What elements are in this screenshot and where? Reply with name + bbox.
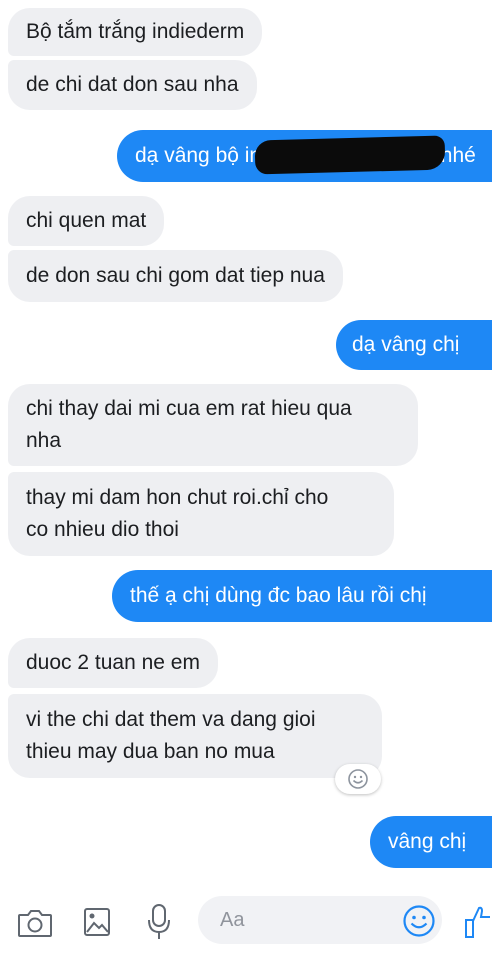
message-bubble[interactable]: dạ vâng chị [336,320,492,370]
message-input-placeholder: Aa [220,908,245,931]
message-reaction[interactable] [335,764,381,794]
emoji-icon[interactable] [402,904,436,938]
redaction-mark [254,135,446,175]
message-text: de chi dat don sau nha [26,73,239,96]
message-bubble[interactable]: vi the chi dat them va dang gioi thieu m… [8,694,382,778]
message-text: chi thay dai mi cua em rat hieu qua [26,397,352,420]
camera-icon[interactable] [16,906,54,940]
message-bubble[interactable]: duoc 2 tuan ne em [8,638,218,688]
image-icon[interactable] [82,906,112,938]
message-text: chi quen mat [26,209,147,232]
like-icon[interactable] [464,904,492,940]
message-bubble[interactable]: chi quen mat [8,196,165,246]
composer-bar: Aa [0,888,492,960]
message-text: thế ạ chị dùng đc bao lâu rồi chị [130,584,427,607]
smile-reaction-icon [348,769,368,789]
message-text: thay mi dam hon chut roi.chỉ cho [26,486,329,509]
message-text: vi the chi dat them va dang gioi [26,708,316,731]
message-text: Bộ tắm trắng indiederm [26,20,245,43]
message-text: vâng chị [388,830,467,853]
message-text: nhé [440,144,476,167]
message-text: thieu may dua ban no mua [26,740,275,763]
message-bubble[interactable]: vâng chị [370,816,492,868]
message-text: dạ vâng bộ in [135,144,262,167]
message-bubble[interactable]: chi thay dai mi cua em rat hieu qua nha [8,384,418,466]
message-bubble[interactable]: de chi dat don sau nha [8,60,257,110]
message-bubble[interactable]: thế ạ chị dùng đc bao lâu rồi chị [112,570,492,622]
message-text: dạ vâng chị [352,333,460,356]
microphone-icon[interactable] [146,902,172,942]
message-text: co nhieu dio thoi [26,518,179,541]
message-text: nha [26,429,62,452]
message-bubble[interactable]: thay mi dam hon chut roi.chỉ cho co nhie… [8,472,394,556]
message-text: de don sau chi gom dat tiep nua [26,264,325,287]
message-bubble[interactable]: Bộ tắm trắng indiederm [8,8,263,56]
message-bubble[interactable]: de don sau chi gom dat tiep nua [8,250,343,302]
message-text: duoc 2 tuan ne em [26,651,200,674]
